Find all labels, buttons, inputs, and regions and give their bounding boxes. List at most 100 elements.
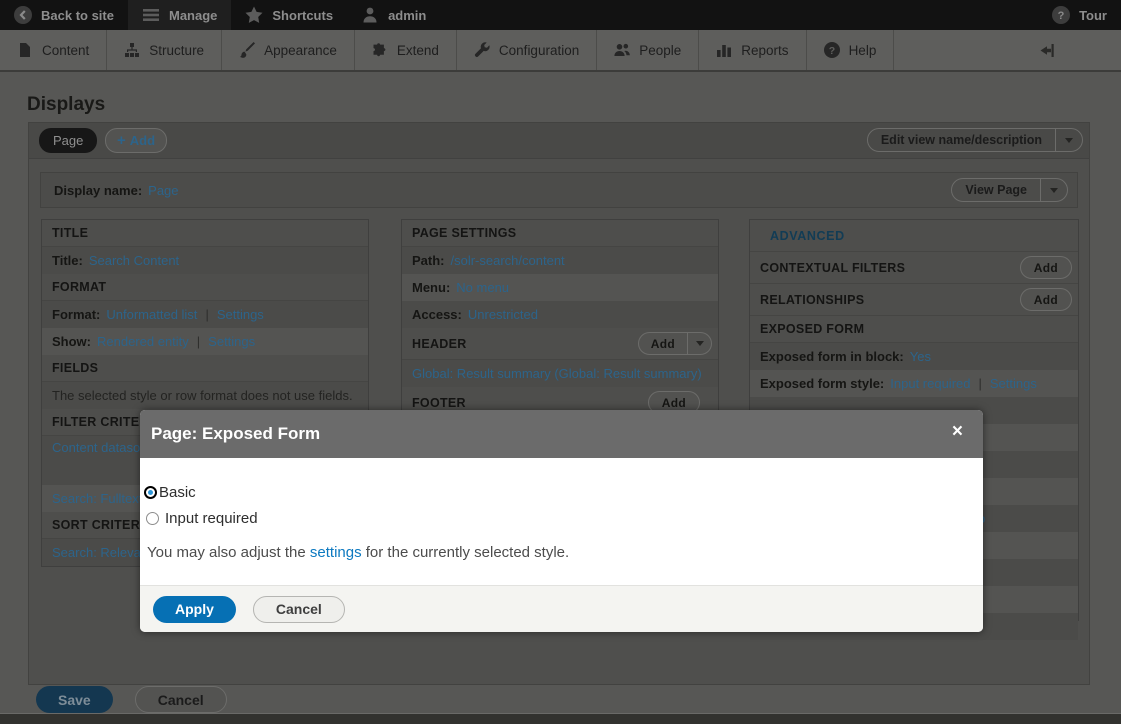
topbar-spacer [440,0,1038,30]
menu-item-help[interactable]: ? Help [807,30,895,70]
display-name-link[interactable]: Page [148,183,178,198]
path-value-link[interactable]: /solr-search/content [451,253,565,268]
view-page-split-button: View Page [951,178,1068,202]
radio-unselected-icon[interactable] [146,512,159,525]
access-value-link[interactable]: Unrestricted [468,307,538,322]
bar-chart-icon [716,42,732,58]
menu-item-content[interactable]: Content [0,30,107,70]
access-label: Access: [412,307,462,322]
exposed-style-settings-link[interactable]: Settings [990,376,1037,391]
display-tabs-strip: Page + Add Edit view name/description [29,123,1089,159]
back-arrow-circle-icon [14,6,32,24]
tour-label: Tour [1079,8,1107,23]
admin-user-label: admin [388,8,426,23]
option-basic[interactable]: Basic [144,484,973,501]
exposed-form-style-row: Exposed form style: Input required | Set… [750,370,1078,397]
dialog-title: Page: Exposed Form [151,424,320,444]
menu-row: Menu: No menu [402,274,718,301]
menu-item-configuration[interactable]: Configuration [457,30,597,70]
relationships-band: RELATIONSHIPS Add [750,284,1078,316]
hamburger-icon [142,6,160,24]
format-row: Format: Unformatted list | Settings [42,301,368,328]
show-value-link[interactable]: Rendered entity [97,334,189,349]
toolbar-orientation-toggle-icon[interactable] [1038,42,1055,59]
drupal-views-ui-screen: Back to site Manage Shortcuts admin ? To [0,0,1121,724]
edit-view-name-button[interactable]: Edit view name/description [868,129,1055,151]
menu-value-link[interactable]: No menu [456,280,509,295]
add-display-label: Add [130,133,155,148]
menu-label: Extend [397,43,439,58]
title-label: Title: [52,253,83,268]
back-to-site-label: Back to site [41,8,114,23]
menu-label: People [639,43,681,58]
menu-item-appearance[interactable]: Appearance [222,30,355,70]
add-display-button[interactable]: + Add [105,128,167,153]
exposed-style-value-link[interactable]: Input required [890,376,970,391]
chevron-down-icon [1050,188,1058,193]
contextual-filters-add-button[interactable]: Add [1020,256,1072,279]
header-result-summary-row: Global: Result summary (Global: Result s… [402,360,718,387]
menu-label: Help [849,43,877,58]
menu-item-extend[interactable]: Extend [355,30,457,70]
cancel-button[interactable]: Cancel [135,686,227,713]
exposed-block-value-link[interactable]: Yes [910,349,931,364]
edit-view-name-dropdown[interactable] [1055,129,1082,151]
menu-label: Appearance [264,43,337,58]
form-actions: Save Cancel [36,686,227,713]
shortcuts-button[interactable]: Shortcuts [231,0,347,30]
header-add-dropdown[interactable] [687,333,711,354]
tab-page-display[interactable]: Page [39,128,97,153]
chevron-down-icon [1065,138,1073,143]
format-value-link[interactable]: Unformatted list [106,307,197,322]
save-button[interactable]: Save [36,686,113,713]
apply-button[interactable]: Apply [153,596,236,623]
relationships-heading: RELATIONSHIPS [760,293,864,307]
tour-button[interactable]: ? Tour [1038,0,1121,30]
radio-selected-icon[interactable] [144,486,157,499]
close-icon[interactable]: × [952,422,963,441]
title-value-link[interactable]: Search Content [89,253,179,268]
header-add-button[interactable]: Add [639,333,687,354]
path-row: Path: /solr-search/content [402,247,718,274]
note-suffix: for the currently selected style. [362,544,570,561]
section-page-settings-heading: PAGE SETTINGS [402,220,718,247]
view-page-button[interactable]: View Page [952,179,1040,201]
dialog-titlebar[interactable]: Page: Exposed Form × [140,410,983,458]
option-input-required-label: Input required [165,510,258,527]
section-fields-heading: FIELDS [42,355,368,382]
dialog-cancel-button[interactable]: Cancel [253,596,345,623]
menu-item-reports[interactable]: Reports [699,30,806,70]
sitemap-icon [124,42,140,58]
advanced-toggle-link[interactable]: ADVANCED [770,229,845,243]
relationships-add-button[interactable]: Add [1020,288,1072,311]
settings-link[interactable]: settings [310,544,362,561]
exposed-block-label: Exposed form in block: [760,349,904,364]
display-name-bar: Display name: Page View Page [40,172,1078,208]
view-page-dropdown[interactable] [1040,179,1067,201]
manage-menu-button[interactable]: Manage [128,0,231,30]
menu-label: Menu: [412,280,450,295]
back-to-site-button[interactable]: Back to site [0,0,128,30]
svg-text:?: ? [828,45,834,57]
svg-text:?: ? [1058,10,1065,22]
option-input-required[interactable]: Input required [144,510,973,527]
dialog-buttonpane: Apply Cancel [140,585,983,632]
format-settings-link[interactable]: Settings [217,307,264,322]
result-summary-link[interactable]: Global: Result summary (Global: Result s… [412,366,702,381]
menu-item-people[interactable]: People [597,30,699,70]
exposed-style-label: Exposed form style: [760,376,884,391]
menu-item-structure[interactable]: Structure [107,30,222,70]
user-icon [361,6,379,24]
footer-heading: FOOTER [412,396,466,410]
admin-user-button[interactable]: admin [347,0,440,30]
brush-icon [239,42,255,58]
exposed-form-dialog: Page: Exposed Form × Basic Input require… [140,410,983,632]
advanced-band: ADVANCED [750,220,1078,252]
contextual-filters-heading: CONTEXTUAL FILTERS [760,261,905,275]
divider: | [197,334,200,349]
header-add-split-button: Add [638,332,712,355]
puzzle-icon [372,42,388,58]
show-settings-link[interactable]: Settings [208,334,255,349]
option-basic-label: Basic [159,484,196,501]
viewport-bottom-strip [0,713,1121,724]
